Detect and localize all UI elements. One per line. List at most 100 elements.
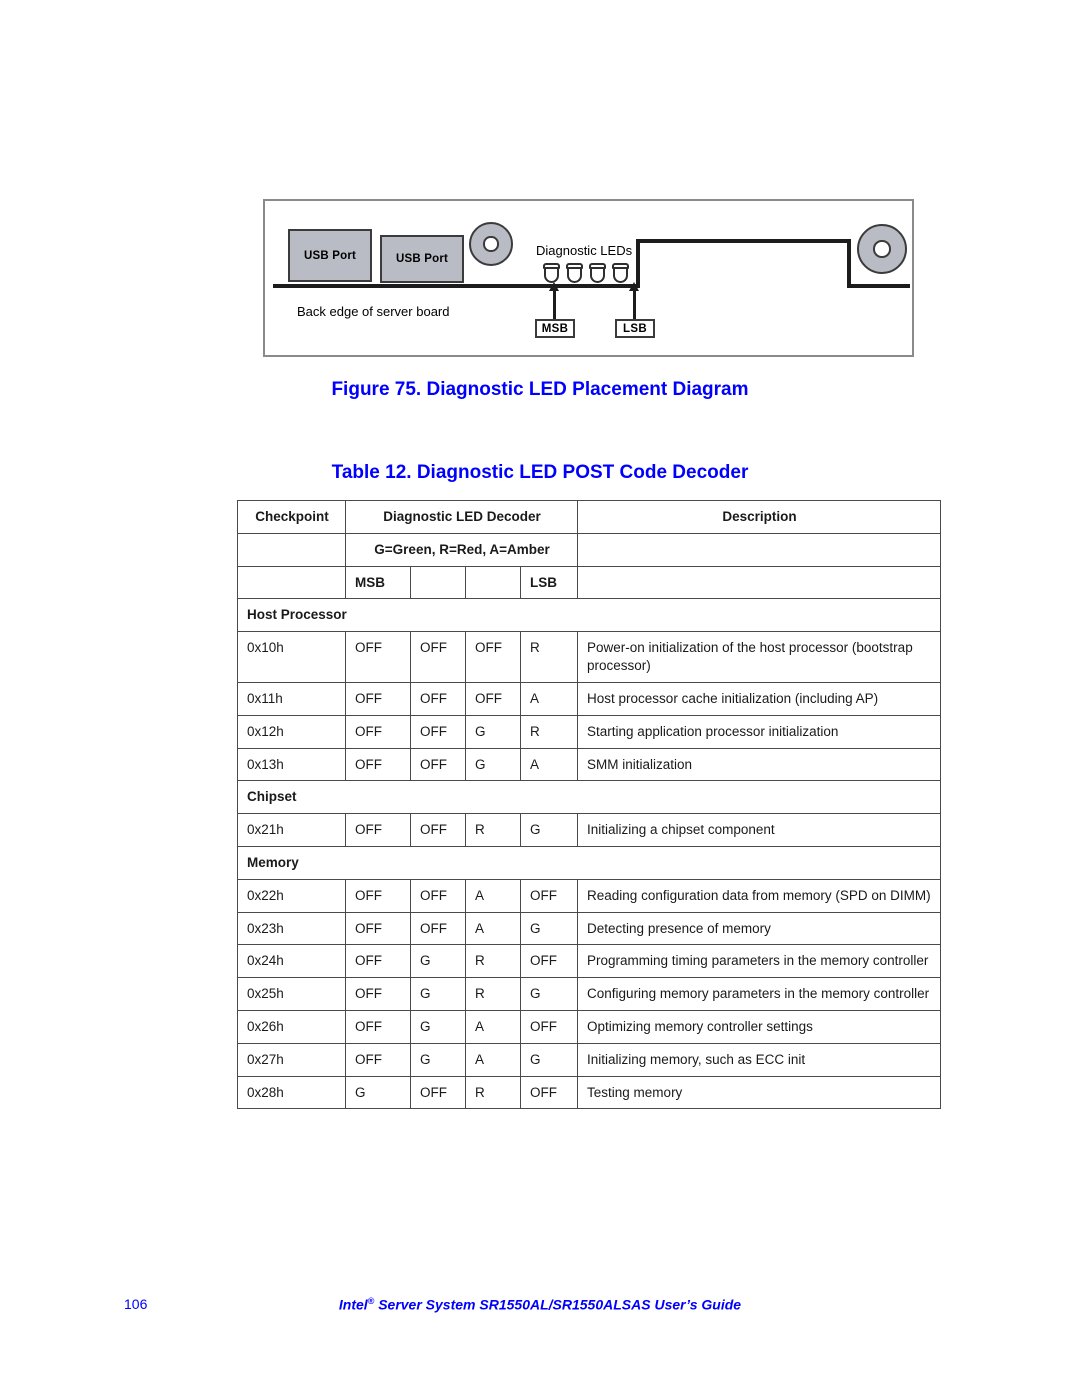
- msb-callout-box: MSB: [535, 319, 575, 338]
- cell-led-bit2: OFF: [410, 813, 466, 847]
- cell-checkpoint: 0x28h: [237, 1075, 346, 1110]
- cell-led-lsb: G: [519, 813, 579, 847]
- cell-led-lsb: OFF: [519, 1075, 579, 1110]
- lsb-callout-box: LSB: [615, 319, 655, 338]
- cell-led-msb: OFF: [345, 631, 411, 683]
- diagnostic-led-icon-1: [542, 263, 561, 284]
- table-section-row: Memory: [236, 845, 942, 880]
- cell-checkpoint: 0x23h: [237, 911, 346, 946]
- section-header-memory: Memory: [236, 845, 942, 880]
- table-row: 0x27h OFF G A G Initializing memory, such as …: [237, 1042, 942, 1077]
- cell-led-msb: OFF: [345, 714, 411, 749]
- cell-led-bit2: OFF: [410, 631, 466, 683]
- table-row: 0x11h OFF OFF OFF A Host processor cache init…: [237, 681, 942, 716]
- cell-led-msb: OFF: [345, 878, 411, 913]
- footer-brand: Intel: [338, 1296, 368, 1313]
- cell-led-bit3: G: [465, 747, 521, 782]
- board-edge-line-top: [636, 239, 851, 243]
- cell-checkpoint: 0x22h: [237, 878, 346, 913]
- diagnostic-led-post-code-decoder-table: Checkpoint Diagnostic LED Decoder Descript…: [236, 500, 942, 1110]
- board-edge-line-right: [847, 284, 910, 288]
- header-bit-3: [465, 565, 521, 600]
- legend-spacer-right: [577, 532, 942, 567]
- usb-port-label-1: USB Port: [303, 249, 357, 262]
- footer-product: Server System SR1550AL/SR1550ALSAS User’…: [374, 1296, 742, 1313]
- cell-led-bit3: OFF: [465, 631, 521, 683]
- standoff-hole-icon-right: [857, 224, 907, 274]
- table-row: 0x13h OFF OFF G A SMM initialization: [237, 747, 942, 782]
- cell-led-msb: OFF: [345, 944, 411, 979]
- diagnostic-led-icon-4: [611, 263, 630, 284]
- table-legend-row: G=Green, R=Red, A=Amber: [237, 532, 942, 567]
- cell-led-bit3: A: [465, 1042, 521, 1077]
- header-decoder: Diagnostic LED Decoder: [344, 500, 579, 534]
- cell-led-bit2: G: [410, 1042, 466, 1077]
- cell-led-lsb: OFF: [519, 944, 579, 979]
- cell-checkpoint: 0x26h: [237, 1010, 346, 1044]
- cell-led-msb: OFF: [345, 1010, 411, 1044]
- diagnostic-led-icon-3: [588, 263, 607, 284]
- cell-led-msb: OFF: [345, 681, 411, 716]
- cell-led-bit3: R: [465, 1075, 521, 1110]
- cell-led-bit2: OFF: [410, 714, 466, 749]
- table-section-row: Host Processor: [236, 598, 942, 633]
- cell-led-msb: OFF: [345, 977, 411, 1011]
- table-section-row: Chipset: [236, 780, 942, 815]
- cell-description: SMM initialization: [577, 747, 942, 782]
- board-edge-line-left: [273, 284, 638, 288]
- usb-port-block-1: USB Port: [288, 229, 372, 282]
- table-row: 0x26h OFF G A OFF Optimizing memory controlle…: [237, 1010, 942, 1044]
- cell-description: Host processor cache initialization (inc…: [577, 681, 942, 716]
- cell-led-bit2: OFF: [410, 747, 466, 782]
- msb-lsb-spacer-left: [237, 565, 346, 600]
- cell-description: Power-on initialization of the host proc…: [577, 631, 942, 683]
- table-row: 0x12h OFF OFF G R Starting application proces…: [237, 714, 942, 749]
- usb-port-label-2: USB Port: [395, 253, 449, 265]
- cell-led-bit3: OFF: [465, 681, 521, 716]
- cell-checkpoint: 0x24h: [237, 944, 346, 979]
- cell-led-msb: OFF: [345, 911, 411, 946]
- cell-led-bit3: R: [465, 944, 521, 979]
- cell-description: Detecting presence of memory: [577, 911, 942, 946]
- board-edge-riser-left: [636, 239, 640, 288]
- usb-port-block-2: USB Port: [380, 235, 464, 283]
- diagnostic-leds-label: Diagnostic LEDs: [536, 243, 633, 258]
- diagnostic-led-icon-2: [565, 263, 584, 284]
- cell-description: Optimizing memory controller settings: [577, 1010, 942, 1044]
- cell-description: Starting application processor initializ…: [577, 714, 942, 749]
- standoff-hole-icon-left: [469, 222, 513, 266]
- cell-led-lsb: G: [519, 911, 579, 946]
- cell-checkpoint: 0x12h: [237, 714, 346, 749]
- msb-arrow-icon: [549, 282, 559, 319]
- msb-lsb-spacer-right: [577, 565, 942, 600]
- header-checkpoint: Checkpoint: [237, 500, 346, 534]
- section-header-chipset: Chipset: [236, 780, 942, 815]
- cell-led-msb: OFF: [345, 1042, 411, 1077]
- cell-led-bit2: G: [410, 944, 466, 979]
- cell-led-bit2: OFF: [410, 681, 466, 716]
- header-lsb: LSB: [519, 565, 579, 600]
- cell-led-bit3: A: [465, 1010, 521, 1044]
- cell-checkpoint: 0x10h: [237, 631, 346, 683]
- table-row: 0x10h OFF OFF OFF R Power-on initialization o…: [237, 631, 942, 683]
- table-row: 0x24h OFF G R OFF Programming timing paramete…: [237, 944, 942, 979]
- table-row: 0x22h OFF OFF A OFF Reading configuration dat…: [237, 878, 942, 913]
- board-edge-riser-right: [847, 239, 851, 288]
- cell-description: Configuring memory parameters in the mem…: [577, 977, 942, 1011]
- cell-led-msb: OFF: [345, 813, 411, 847]
- cell-led-lsb: A: [519, 747, 579, 782]
- cell-led-bit3: G: [465, 714, 521, 749]
- lsb-callout-label: LSB: [623, 322, 647, 335]
- cell-led-bit2: OFF: [410, 911, 466, 946]
- table-caption: Table 12. Diagnostic LED POST Code Decod…: [331, 462, 749, 483]
- cell-led-bit2: OFF: [410, 878, 466, 913]
- header-legend: G=Green, R=Red, A=Amber: [344, 532, 579, 567]
- cell-led-lsb: OFF: [519, 878, 579, 913]
- cell-checkpoint: 0x11h: [237, 681, 346, 716]
- cell-led-lsb: OFF: [519, 1010, 579, 1044]
- cell-led-bit3: A: [465, 911, 521, 946]
- header-description: Description: [577, 500, 942, 534]
- diagnostic-led-placement-diagram: USB Port USB Port Diagnostic LEDs Back e…: [263, 199, 914, 357]
- cell-led-lsb: R: [519, 714, 579, 749]
- cell-checkpoint: 0x27h: [237, 1042, 346, 1077]
